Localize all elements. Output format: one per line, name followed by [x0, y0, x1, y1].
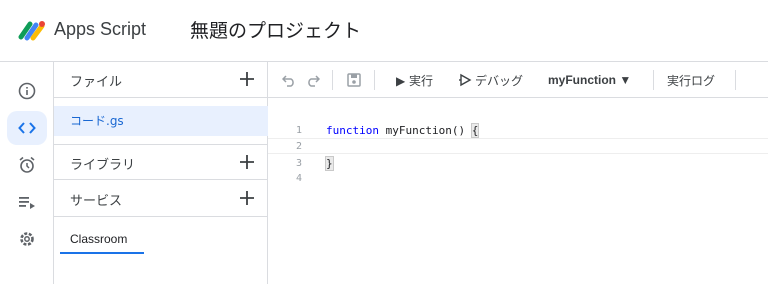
code-text: function myFunction() { — [326, 123, 480, 138]
settings-button[interactable] — [7, 222, 47, 256]
file-name: コード.gs — [70, 114, 124, 128]
add-file-button[interactable] — [234, 66, 260, 92]
run-button[interactable]: ▶ 実行 — [396, 62, 433, 98]
code-rest: myFunction() — [378, 124, 472, 137]
undo-button[interactable] — [282, 62, 296, 98]
plus-icon — [240, 72, 254, 86]
editor-button[interactable] — [7, 111, 47, 145]
line-number: 4 — [295, 173, 302, 184]
services-label: サービス — [70, 194, 123, 209]
code-text: } — [325, 156, 334, 171]
toolbar-divider — [653, 70, 654, 90]
code-editor[interactable]: 1 function myFunction() { 2 3 } 4 — [268, 98, 768, 284]
app-name[interactable]: Apps Script — [54, 19, 146, 40]
libraries-section-header: ライブラリ — [54, 144, 268, 180]
files-section-header: ファイル — [54, 62, 268, 98]
redo-button[interactable] — [306, 62, 320, 98]
executions-button[interactable] — [7, 185, 47, 219]
settings-icon — [20, 232, 34, 246]
info-icon — [18, 82, 36, 100]
debug-button[interactable]: デバッグ — [458, 62, 523, 98]
code-keyword: function — [326, 124, 379, 137]
plus-icon — [240, 155, 254, 169]
project-title[interactable]: 無題のプロジェクト — [190, 16, 361, 43]
code-brace: { — [470, 123, 480, 138]
execution-log-button[interactable]: 実行ログ — [667, 62, 715, 98]
function-select[interactable]: myFunction ▼ — [548, 62, 631, 98]
triggers-button[interactable] — [7, 148, 47, 182]
toolbar-divider — [374, 70, 375, 90]
app-header: Apps Script 無題のプロジェクト — [0, 0, 768, 62]
executions-icon — [19, 197, 35, 209]
file-item-code-gs[interactable]: コード.gs — [54, 106, 268, 136]
line-number: 3 — [295, 158, 302, 169]
save-icon — [347, 73, 361, 87]
editor-toolbar: ▶ 実行 デバッグ myFunction ▼ 実行ログ — [268, 62, 768, 98]
toolbar-divider — [332, 70, 333, 90]
service-item-underline — [60, 252, 144, 254]
code-line: 1 function myFunction() { — [268, 123, 768, 138]
services-section-header: サービス — [54, 181, 268, 217]
line-number: 2 — [295, 141, 302, 152]
alarm-icon — [19, 156, 35, 173]
line-number: 1 — [295, 125, 302, 136]
code-line: 4 — [268, 171, 768, 186]
apps-script-logo-icon[interactable] — [18, 19, 46, 41]
save-button[interactable] — [347, 62, 361, 98]
code-brace: } — [325, 156, 334, 171]
files-panel: ファイル コード.gs ライブラリ サービス Classroom — [54, 62, 268, 284]
overview-button[interactable] — [7, 74, 47, 108]
left-rail — [0, 62, 54, 284]
debug-label: デバッグ — [475, 73, 524, 88]
redo-icon — [308, 75, 320, 87]
service-item-classroom[interactable]: Classroom — [70, 232, 127, 246]
code-line: 3 } — [268, 156, 768, 171]
code-icon — [18, 122, 36, 134]
files-label: ファイル — [70, 75, 123, 90]
toolbar-divider — [735, 70, 736, 90]
debug-icon — [459, 73, 472, 87]
code-line-current: 2 — [268, 138, 768, 154]
libraries-label: ライブラリ — [70, 158, 136, 173]
add-library-button[interactable] — [234, 149, 260, 175]
add-service-button[interactable] — [234, 185, 260, 211]
plus-icon — [240, 191, 254, 205]
undo-icon — [282, 75, 294, 87]
